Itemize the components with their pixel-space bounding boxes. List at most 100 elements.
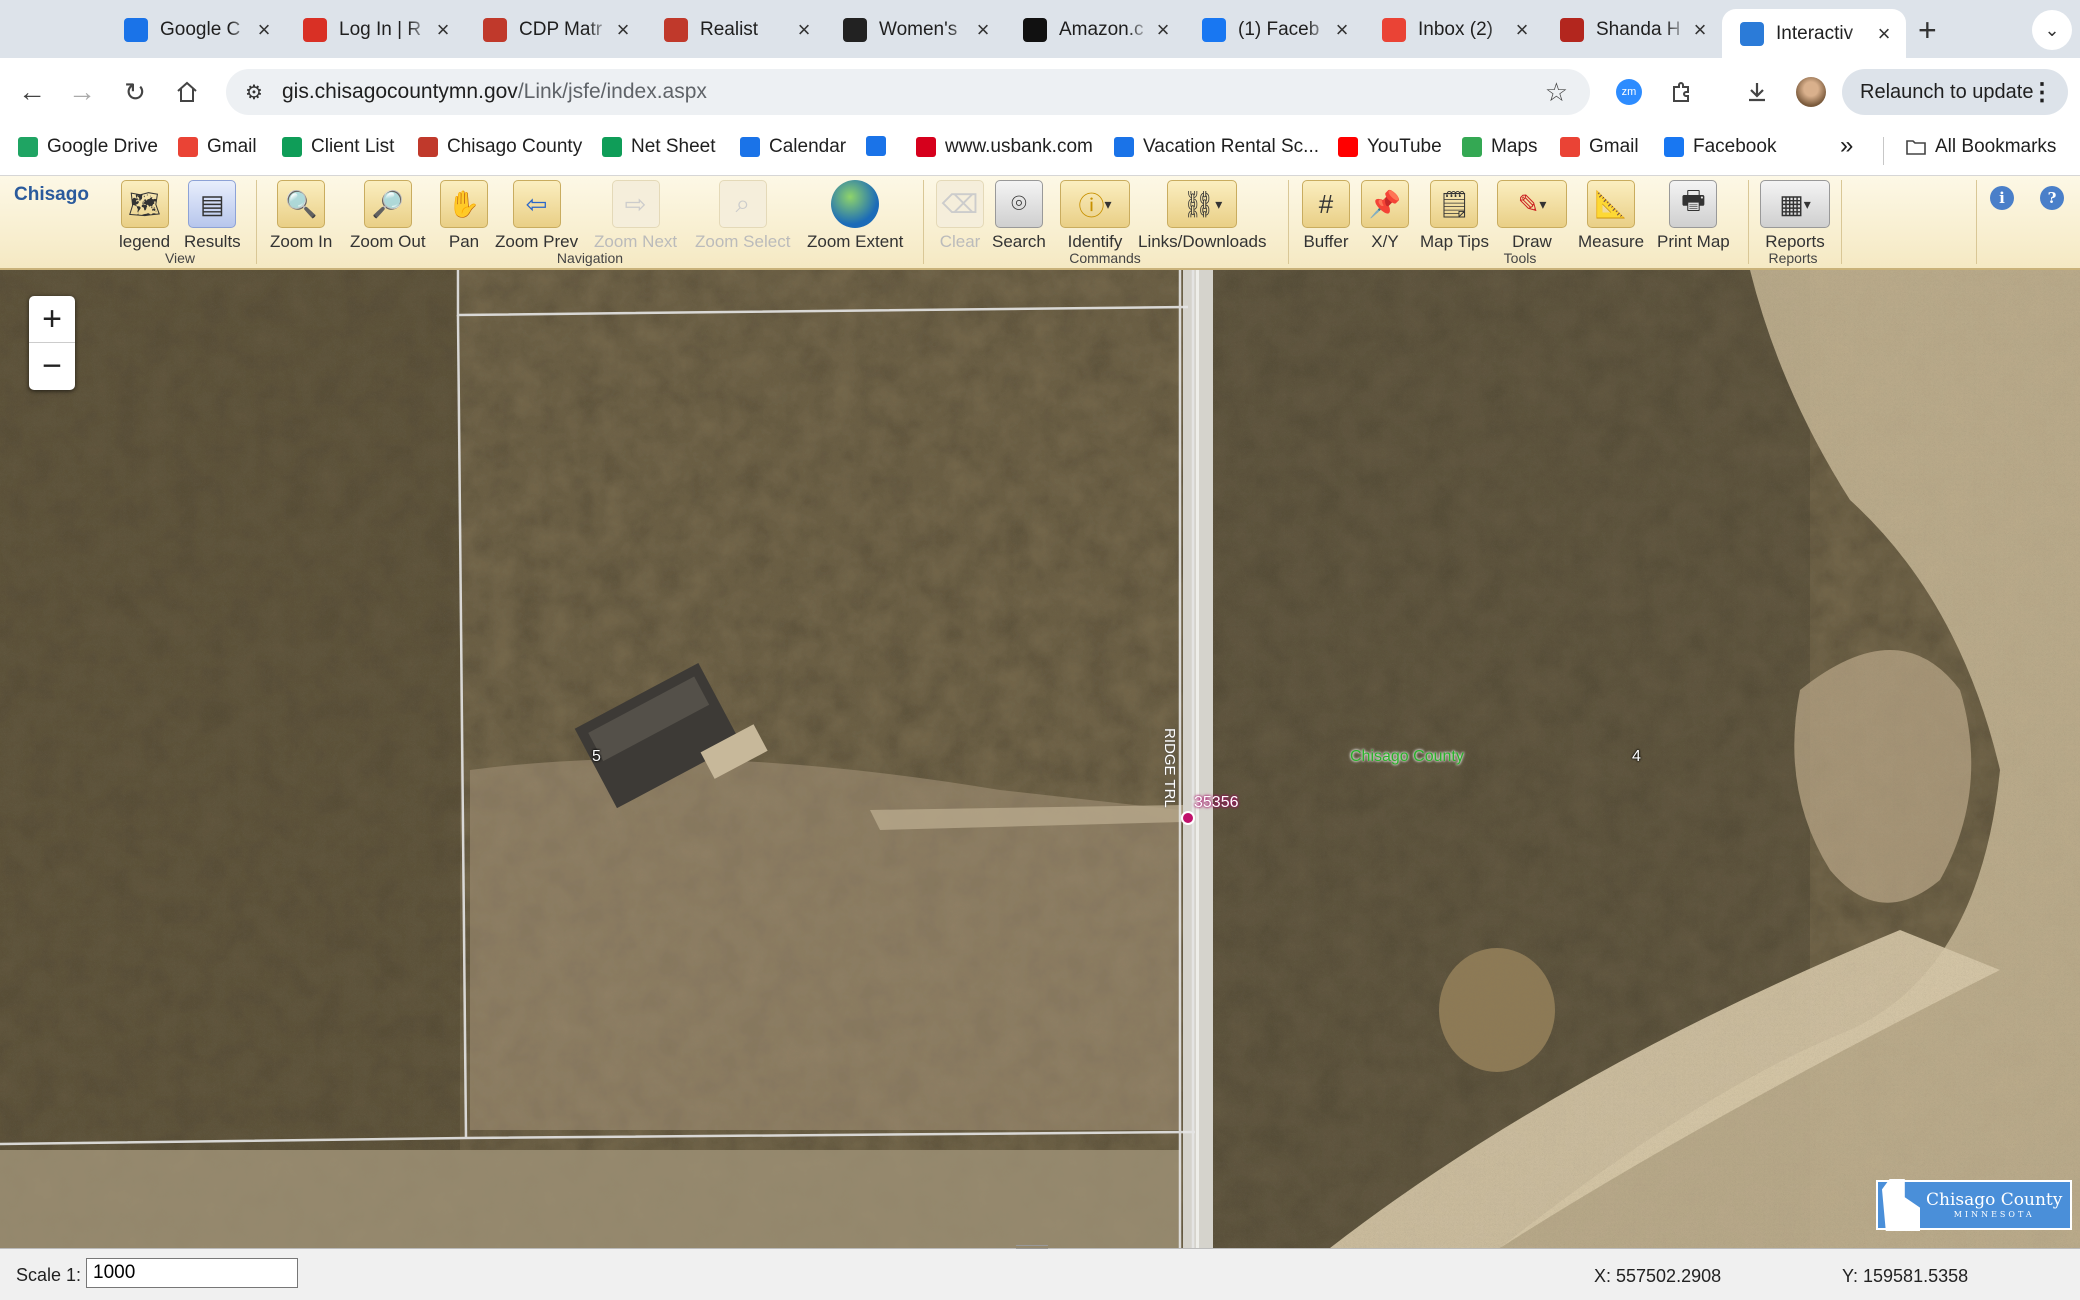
tab-close-icon[interactable]: × bbox=[1330, 17, 1354, 43]
measure-button[interactable]: 📐 Measure bbox=[1578, 180, 1644, 252]
browser-tab[interactable]: CDP Matr × bbox=[465, 9, 645, 51]
menu-dots-icon[interactable]: ⋮ bbox=[2030, 78, 2054, 107]
zoom-next-button[interactable]: ⇨ Zoom Next bbox=[594, 180, 677, 252]
site-info-icon[interactable]: ⚙ bbox=[234, 80, 274, 105]
browser-tab[interactable]: Log In | R × bbox=[285, 9, 465, 51]
chain-icon bbox=[418, 137, 438, 157]
address-bar[interactable]: ⚙ gis.chisagocountymn.gov/Link/jsfe/inde… bbox=[226, 69, 1590, 115]
all-bookmarks[interactable]: All Bookmarks bbox=[1906, 136, 2056, 158]
ruler-icon: 📐 bbox=[1587, 180, 1636, 228]
zoom-out-button[interactable]: 🔎 Zoom Out bbox=[350, 180, 426, 252]
browser-tab[interactable]: Women's × bbox=[825, 9, 1005, 51]
search-button[interactable]: ⌾ Search bbox=[992, 180, 1046, 252]
p-icon bbox=[1740, 21, 1764, 46]
buffer-button[interactable]: # Buffer bbox=[1302, 180, 1350, 252]
results-button[interactable]: ▤ Results bbox=[184, 180, 241, 252]
tab-close-icon[interactable]: × bbox=[1151, 17, 1175, 43]
xy-button[interactable]: 📌 X/Y bbox=[1361, 180, 1409, 252]
download-icon[interactable] bbox=[1740, 75, 1774, 109]
lot-number-label: 4 bbox=[1632, 748, 1641, 765]
identify-button[interactable]: ⓘ ▾ Identify bbox=[1060, 180, 1130, 252]
browser-tab[interactable]: Inbox (2) × bbox=[1364, 9, 1544, 51]
bookmark-item[interactable]: Maps bbox=[1462, 136, 1537, 158]
pan-button[interactable]: ✋ Pan bbox=[440, 180, 488, 252]
bookmark-item[interactable]: Vacation Rental Sc... bbox=[1114, 136, 1319, 158]
sheets-icon bbox=[602, 137, 622, 157]
bookmarks-overflow[interactable]: » bbox=[1840, 132, 1853, 160]
tab-title: Inbox (2) bbox=[1418, 19, 1493, 40]
group-label-tools: Tools bbox=[1503, 250, 1537, 266]
zoom-extension-icon[interactable]: zm bbox=[1612, 75, 1646, 109]
browser-tab[interactable]: Google C × bbox=[106, 9, 286, 51]
bookmark-item[interactable]: Net Sheet bbox=[602, 136, 716, 158]
map-view[interactable]: + − 5 4 RIDGE TRL 35356 Chisago County C… bbox=[0, 270, 2080, 1248]
group-label-reports: Reports bbox=[1768, 250, 1818, 266]
draw-button[interactable]: ✎ ▾ Draw bbox=[1497, 180, 1567, 252]
home-button[interactable] bbox=[167, 72, 207, 112]
scale-input[interactable] bbox=[86, 1258, 298, 1288]
bookmarks-bar: Google Drive Gmail Client List Chisago Coun… bbox=[0, 126, 2080, 176]
extensions-puzzle-icon[interactable] bbox=[1665, 75, 1699, 109]
store-icon bbox=[843, 18, 867, 42]
browser-tab[interactable]: Realist × bbox=[646, 9, 826, 51]
map-tips-button[interactable]: 🗒 Map Tips bbox=[1420, 180, 1489, 252]
forward-button[interactable]: → bbox=[62, 72, 102, 112]
sheets-icon bbox=[282, 137, 302, 157]
map-zoom-control: + − bbox=[29, 296, 75, 390]
print-map-button[interactable]: 🖶 Print Map bbox=[1657, 180, 1730, 252]
arch-icon bbox=[1560, 18, 1584, 42]
tab-close-icon[interactable]: × bbox=[1872, 21, 1896, 47]
bookmark-item[interactable]: Gmail bbox=[178, 136, 257, 158]
bookmark-star-icon[interactable]: ☆ bbox=[1545, 77, 1568, 108]
browser-tab[interactable]: (1) Faceb × bbox=[1184, 9, 1364, 51]
tab-close-icon[interactable]: × bbox=[431, 17, 455, 43]
browser-tab[interactable]: Interactiv × bbox=[1722, 9, 1906, 58]
y-coordinate: Y: 159581.5358 bbox=[1842, 1266, 1969, 1286]
bookmark-item[interactable]: Google Drive bbox=[18, 136, 158, 158]
zoom-prev-button[interactable]: ⇦ Zoom Prev bbox=[495, 180, 578, 252]
diamond-icon bbox=[866, 136, 886, 156]
legend-button[interactable]: 🗺 legend bbox=[119, 180, 170, 252]
map-zoom-out-button[interactable]: − bbox=[29, 343, 75, 390]
map-zoom-in-button[interactable]: + bbox=[29, 296, 75, 343]
bookmark-item[interactable]: Gmail bbox=[1560, 136, 1639, 158]
links-downloads-button[interactable]: ⛓ ▾ Links/Downloads bbox=[1138, 180, 1267, 252]
browser-tab[interactable]: Shanda H × bbox=[1542, 9, 1722, 51]
zoom-select-button[interactable]: ⌕ Zoom Select bbox=[695, 180, 790, 252]
back-arrow-icon: ← bbox=[18, 76, 46, 107]
new-tab-button[interactable]: + bbox=[1918, 12, 1937, 49]
layers-icon: 🗺 bbox=[120, 180, 169, 228]
clear-button[interactable]: ⌫ Clear bbox=[936, 180, 984, 252]
tab-close-icon[interactable]: × bbox=[252, 17, 276, 43]
bookmark-item[interactable]: Facebook bbox=[1664, 136, 1776, 158]
bookmark-item[interactable]: Client List bbox=[282, 136, 394, 158]
reports-stack-icon: ▦ ▾ bbox=[1760, 180, 1830, 228]
bookmark-item[interactable]: Calendar bbox=[740, 136, 846, 158]
tip-note-icon: 🗒 bbox=[1430, 180, 1479, 228]
info-icon[interactable]: i bbox=[1990, 186, 2014, 210]
tab-close-icon[interactable]: × bbox=[611, 17, 635, 43]
resize-grip[interactable] bbox=[1016, 1245, 1048, 1249]
reload-button[interactable]: ↻ bbox=[115, 72, 155, 112]
relaunch-button[interactable]: Relaunch to update ⋮ bbox=[1842, 69, 2068, 115]
bookmark-item[interactable]: YouTube bbox=[1338, 136, 1442, 158]
bookmark-item[interactable]: Chisago County bbox=[418, 136, 582, 158]
tab-strip: Google C × Log In | R × CDP Matr × Realist × Wom… bbox=[0, 0, 2080, 58]
tab-close-icon[interactable]: × bbox=[1688, 17, 1712, 43]
tab-close-icon[interactable]: × bbox=[1510, 17, 1534, 43]
bookmark-item[interactable]: www.usbank.com bbox=[916, 136, 1093, 158]
aerial-imagery bbox=[0, 270, 2080, 1248]
gis-ribbon: Chisago 🗺 legend ▤ Results View 🔍 Zoom In 🔎… bbox=[0, 176, 2080, 270]
tab-close-icon[interactable]: × bbox=[792, 17, 816, 43]
browser-tab[interactable]: Amazon.c × bbox=[1005, 9, 1185, 51]
bookmark-item[interactable] bbox=[866, 136, 895, 156]
help-icon[interactable]: ? bbox=[2040, 186, 2064, 210]
tab-search-button[interactable]: ⌄ bbox=[2032, 10, 2072, 50]
reports-button[interactable]: ▦ ▾ Reports bbox=[1760, 180, 1830, 252]
zoom-in-button[interactable]: 🔍 Zoom In bbox=[270, 180, 332, 252]
back-button[interactable]: ← bbox=[12, 72, 52, 112]
tab-title: Shanda H bbox=[1596, 19, 1681, 40]
tab-close-icon[interactable]: × bbox=[971, 17, 995, 43]
zoom-extent-button[interactable]: Zoom Extent bbox=[807, 180, 903, 252]
profile-avatar[interactable] bbox=[1794, 75, 1828, 109]
